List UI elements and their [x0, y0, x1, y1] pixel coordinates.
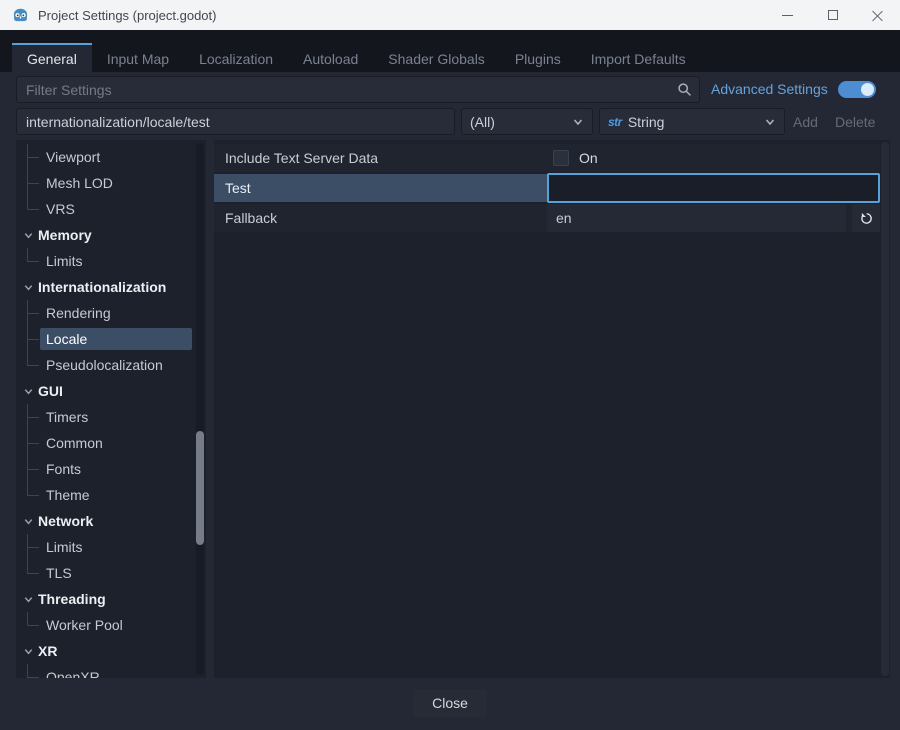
setting-label-selected[interactable]: Test: [214, 174, 547, 202]
sidebar-section-network[interactable]: Network: [16, 508, 206, 534]
close-button[interactable]: Close: [413, 689, 487, 717]
sidebar-section-gui[interactable]: GUI: [16, 378, 206, 404]
sidebar-scrollbar-thumb[interactable]: [196, 431, 204, 545]
tree-connector: [16, 430, 40, 456]
tree-connector: [16, 482, 40, 508]
tab-input-map[interactable]: Input Map: [92, 43, 184, 72]
fallback-value-input[interactable]: [547, 204, 846, 232]
delete-button[interactable]: Delete: [831, 108, 879, 135]
setting-row-test: Test: [214, 174, 880, 202]
sidebar-item-common[interactable]: Common: [16, 430, 206, 456]
string-type-icon: str: [608, 115, 622, 129]
titlebar: Project Settings (project.godot): [0, 0, 900, 30]
maximize-icon: [828, 10, 838, 20]
sidebar-section-memory[interactable]: Memory: [16, 222, 206, 248]
tree-connector: [16, 170, 40, 196]
sidebar-item-openxr[interactable]: OpenXR: [16, 664, 206, 678]
checkbox-on-label: On: [579, 150, 598, 166]
tab-general[interactable]: General: [12, 43, 92, 72]
chevron-down-icon: [572, 116, 584, 128]
setting-row-include-text-server-data: Include Text Server Data On: [214, 144, 880, 172]
chevron-down-icon: [764, 116, 776, 128]
advanced-settings-label: Advanced Settings: [711, 81, 828, 97]
search-icon: [677, 82, 692, 97]
tree-connector: [16, 404, 40, 430]
maximize-button[interactable]: [810, 0, 855, 30]
tree-connector: [16, 196, 40, 222]
project-settings-window: Project Settings (project.godot) General…: [0, 0, 900, 730]
sidebar-item-locale[interactable]: Locale: [16, 326, 206, 352]
sidebar-item-timers[interactable]: Timers: [16, 404, 206, 430]
sidebar-item-fonts[interactable]: Fonts: [16, 456, 206, 482]
sidebar-item-mesh-lod[interactable]: Mesh LOD: [16, 170, 206, 196]
sidebar-item-pseudolocalization[interactable]: Pseudolocalization: [16, 352, 206, 378]
tree-connector: [16, 456, 40, 482]
test-value-input[interactable]: [547, 173, 880, 203]
chevron-down-icon: [21, 280, 35, 294]
chevron-down-icon: [21, 384, 35, 398]
sidebar-section-xr[interactable]: XR: [16, 638, 206, 664]
sidebar-item-rendering[interactable]: Rendering: [16, 300, 206, 326]
close-window-button[interactable]: [855, 0, 900, 30]
advanced-settings-toggle[interactable]: [838, 81, 876, 98]
tree-connector: [16, 300, 40, 326]
sidebar-item-worker-pool[interactable]: Worker Pool: [16, 612, 206, 638]
setting-row-fallback: Fallback: [214, 204, 880, 232]
chevron-down-icon: [21, 592, 35, 606]
chevron-down-icon: [21, 228, 35, 242]
tree-connector: [16, 560, 40, 586]
tab-shader-globals[interactable]: Shader Globals: [373, 43, 500, 72]
sidebar-section-threading[interactable]: Threading: [16, 586, 206, 612]
sidebar-item-theme[interactable]: Theme: [16, 482, 206, 508]
tree-connector: [16, 534, 40, 560]
tab-plugins[interactable]: Plugins: [500, 43, 576, 72]
sidebar-section-internationalization[interactable]: Internationalization: [16, 274, 206, 300]
minimize-icon: [782, 15, 793, 16]
type-dropdown[interactable]: str String: [599, 108, 785, 135]
sidebar-scrollbar[interactable]: [196, 143, 204, 675]
sidebar-item-vrs[interactable]: VRS: [16, 196, 206, 222]
add-button[interactable]: Add: [789, 108, 822, 135]
settings-tree: Viewport Mesh LOD VRS Memory Limits Inte…: [16, 144, 206, 678]
sidebar-item-tls[interactable]: TLS: [16, 560, 206, 586]
tab-strip: General Input Map Localization Autoload …: [0, 30, 900, 72]
tree-connector: [16, 326, 40, 352]
sidebar-item-limits[interactable]: Limits: [16, 534, 206, 560]
minimize-button[interactable]: [765, 0, 810, 30]
sidebar-item-viewport[interactable]: Viewport: [16, 144, 206, 170]
filter-settings-input[interactable]: [16, 76, 700, 103]
tab-import-defaults[interactable]: Import Defaults: [576, 43, 701, 72]
type-value: String: [628, 114, 764, 130]
dialog-body: Advanced Settings (All) str String Add D…: [0, 72, 900, 730]
setting-label: Fallback: [214, 204, 547, 232]
tree-connector: [16, 352, 40, 378]
feature-filter-dropdown[interactable]: (All): [461, 108, 593, 135]
tab-autoload[interactable]: Autoload: [288, 43, 373, 72]
window-title: Project Settings (project.godot): [38, 8, 216, 23]
sidebar-item-limits[interactable]: Limits: [16, 248, 206, 274]
property-path-input[interactable]: [16, 108, 455, 135]
toggle-knob: [861, 83, 874, 96]
tree-connector: [16, 612, 40, 638]
tree-connector: [16, 664, 40, 678]
settings-panel: Include Text Server Data On Test Fallbac…: [214, 140, 890, 678]
chevron-down-icon: [21, 644, 35, 658]
tree-connector: [16, 248, 40, 274]
revert-property-button[interactable]: [852, 204, 880, 232]
close-icon: [872, 10, 883, 21]
godot-icon: [12, 7, 29, 24]
setting-label: Include Text Server Data: [214, 144, 547, 172]
include-text-server-data-checkbox[interactable]: [553, 150, 569, 166]
revert-icon: [860, 212, 873, 225]
settings-scrollbar[interactable]: [881, 142, 889, 676]
feature-filter-value: (All): [470, 114, 572, 130]
tree-connector: [16, 144, 40, 170]
settings-sidebar: Viewport Mesh LOD VRS Memory Limits Inte…: [16, 140, 206, 678]
chevron-down-icon: [21, 514, 35, 528]
tab-localization[interactable]: Localization: [184, 43, 288, 72]
